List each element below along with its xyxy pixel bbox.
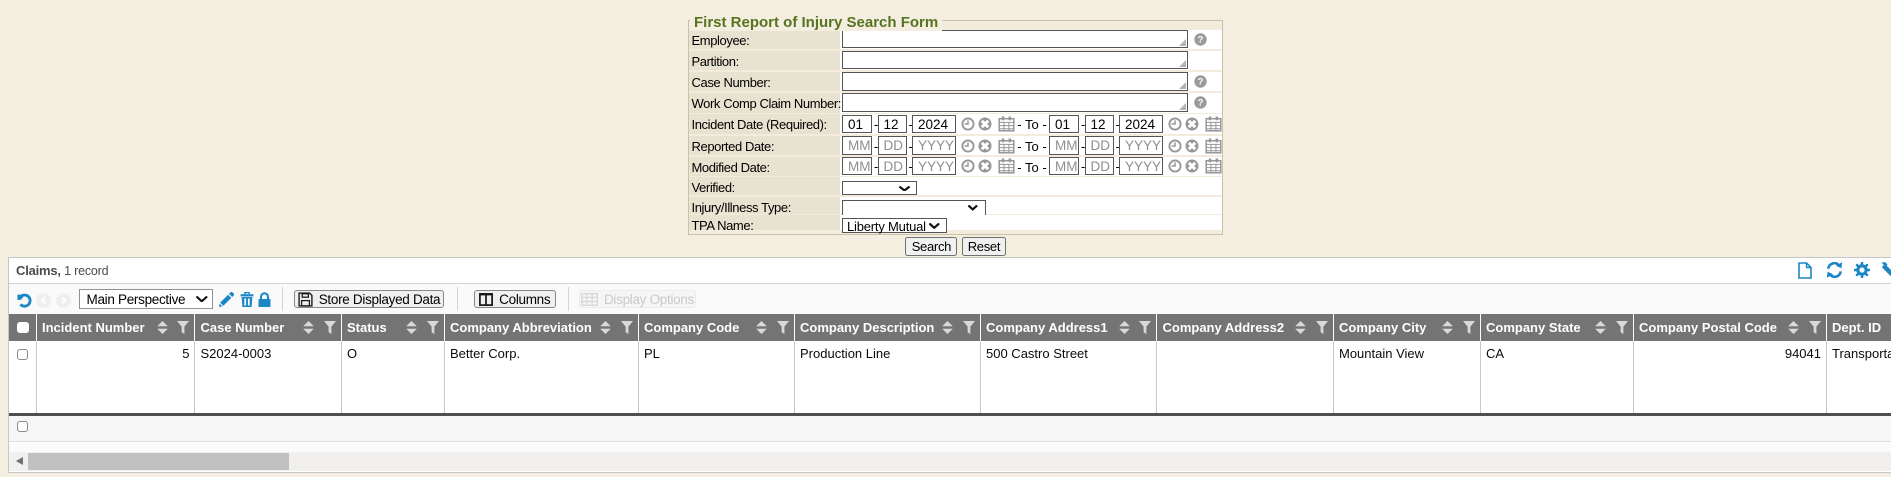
svg-text:?: ? <box>1197 98 1203 109</box>
svg-text:?: ? <box>1197 77 1203 88</box>
svg-text:?: ? <box>1197 34 1203 45</box>
